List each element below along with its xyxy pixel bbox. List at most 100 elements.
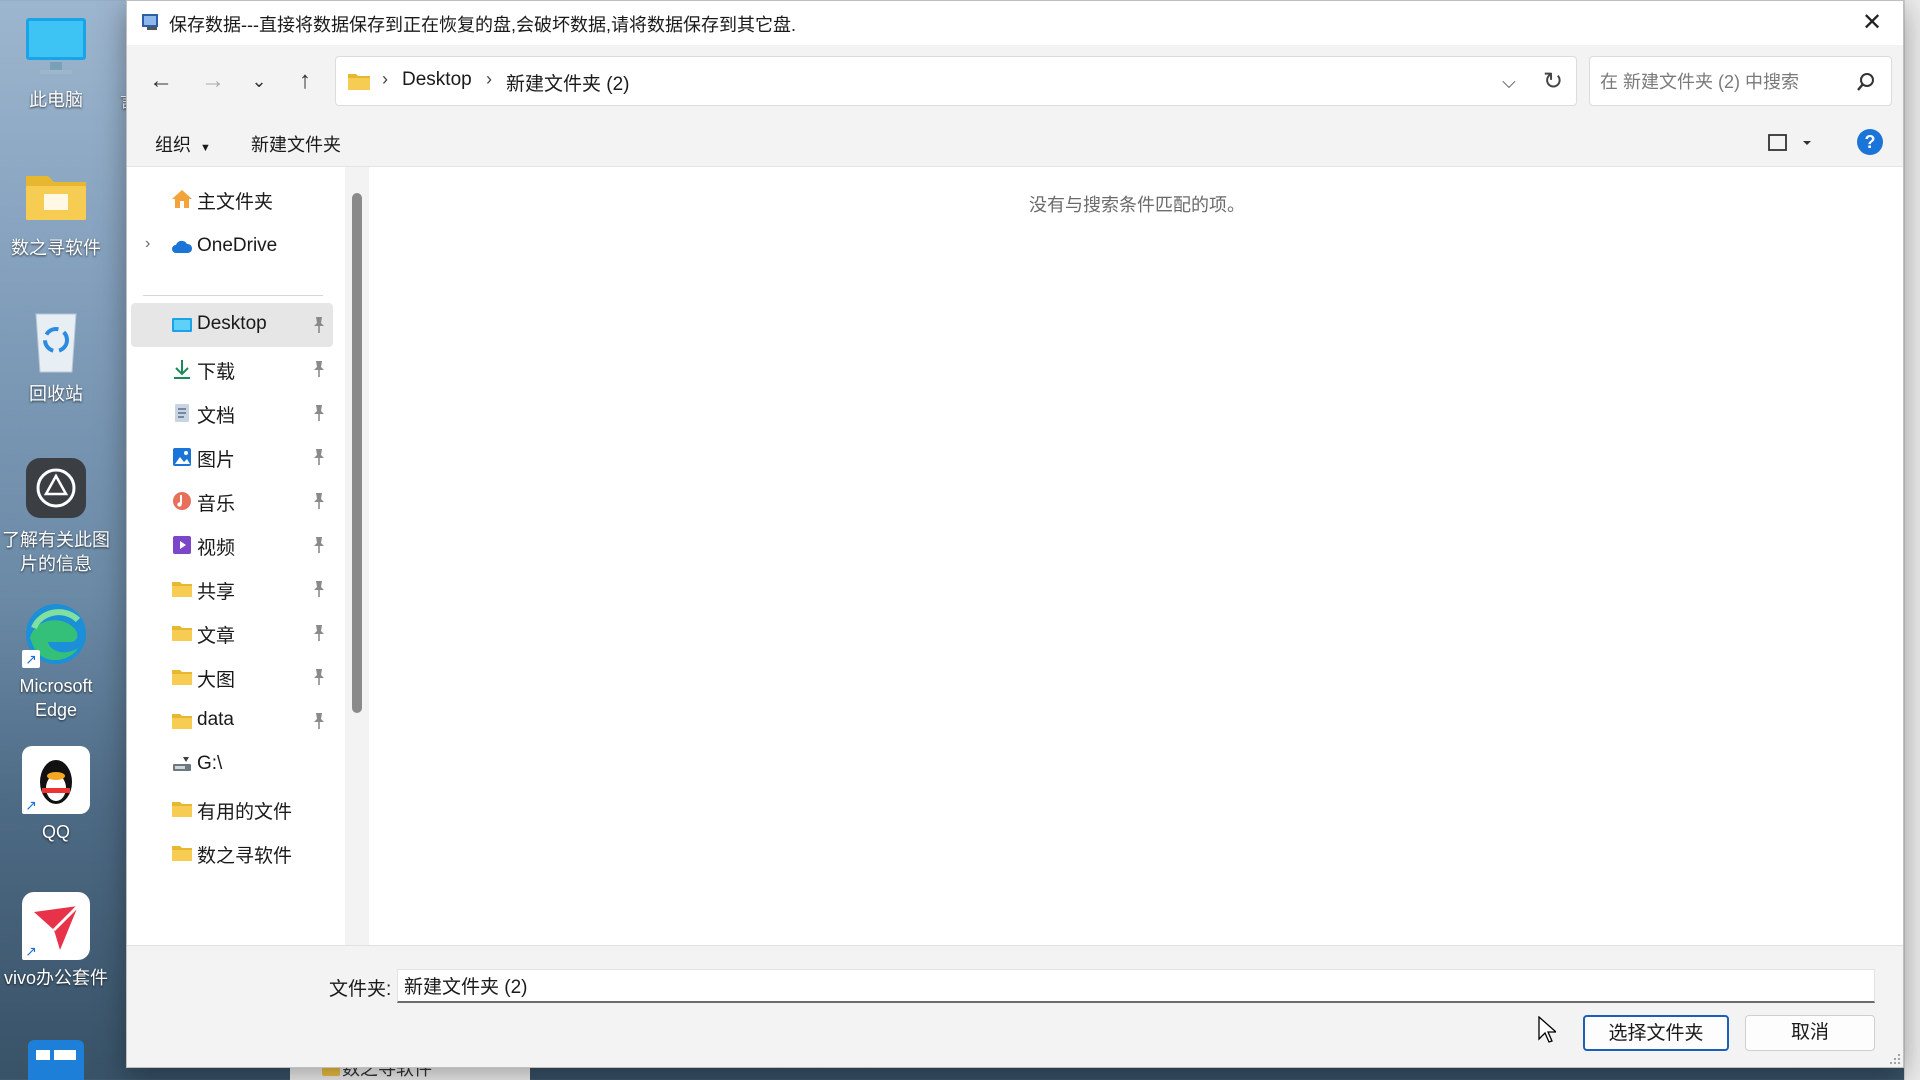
desktop-icon-label: 数之寻软件 — [11, 238, 101, 258]
pin-icon[interactable] — [311, 624, 327, 642]
pin-icon[interactable] — [311, 360, 327, 378]
desktop-icon-qq[interactable]: ↗ QQ — [0, 744, 112, 844]
sidebar-scrollbar-thumb[interactable] — [352, 193, 362, 713]
pin-icon[interactable] — [311, 580, 327, 598]
breadcrumb-separator-icon: › — [382, 69, 388, 89]
sidebar-item-quick-access[interactable]: G:\ — [131, 743, 333, 787]
view-options-button[interactable] — [1767, 129, 1813, 157]
arrow-up-icon: ↑ — [299, 67, 311, 94]
recent-locations-button[interactable]: ⌄ — [241, 63, 277, 99]
pin-icon[interactable] — [311, 668, 327, 686]
folder-icon — [171, 667, 193, 687]
sidebar-item-label: 音乐 — [197, 494, 236, 515]
sidebar-item-quick-access[interactable]: 图片 — [131, 435, 333, 479]
sidebar-item-home[interactable]: 主文件夹 — [131, 177, 333, 221]
camera-lens-icon — [20, 452, 92, 524]
dialog-footer: 文件夹: 选择文件夹 取消 — [127, 945, 1903, 1067]
back-button[interactable]: ← — [143, 63, 179, 99]
pin-icon[interactable] — [311, 316, 327, 334]
video-icon — [171, 535, 193, 555]
desktop-icon-partial[interactable] — [0, 1032, 112, 1080]
qq-penguin-icon: ↗ — [20, 744, 92, 816]
home-icon — [171, 189, 193, 209]
folder-name-input[interactable] — [397, 969, 1875, 1003]
refresh-icon: ↻ — [1542, 68, 1564, 95]
sidebar-item-label: 共享 — [197, 582, 236, 603]
cancel-button[interactable]: 取消 — [1745, 1015, 1875, 1051]
arrow-right-icon: → — [201, 67, 225, 94]
sidebar-item-label: G:\ — [197, 753, 223, 774]
sidebar-item-label: 数之寻软件 — [197, 846, 293, 867]
close-button[interactable]: ✕ — [1841, 1, 1903, 45]
folder-icon — [171, 843, 193, 863]
breadcrumb-desktop[interactable]: Desktop — [402, 69, 472, 91]
sidebar-item-quick-access[interactable]: data — [131, 699, 333, 743]
breadcrumb-current-folder[interactable]: 新建文件夹 (2) — [506, 69, 630, 96]
pin-icon[interactable] — [311, 712, 327, 730]
sidebar-item-quick-access[interactable]: 共享 — [131, 567, 333, 611]
sidebar-item-quick-access[interactable]: 大图 — [131, 655, 333, 699]
arrow-left-icon: ← — [149, 67, 173, 94]
caret-down-icon: ▼ — [200, 142, 211, 154]
file-list-area[interactable]: 没有与搜索条件匹配的项。 — [371, 167, 1903, 945]
select-folder-button[interactable]: 选择文件夹 — [1583, 1015, 1729, 1051]
desktop-icon-learn-about-picture[interactable]: 了解有关此图片的信息 — [0, 452, 112, 576]
desktop-icon-this-pc[interactable]: 此电脑 — [0, 12, 112, 112]
sidebar-item-label: 视频 — [197, 538, 236, 559]
refresh-button[interactable]: ↻ — [1536, 67, 1570, 97]
sidebar-item-quick-access[interactable]: 文章 — [131, 611, 333, 655]
up-button[interactable]: ↑ — [287, 63, 323, 99]
sidebar-item-quick-access[interactable]: 有用的文件 — [131, 787, 333, 831]
desktop-icon-recycle-bin[interactable]: 回收站 — [0, 306, 112, 406]
pin-icon[interactable] — [311, 404, 327, 422]
title-bar: 保存数据---直接将数据保存到正在恢复的盘,会破坏数据,请将数据保存到其它盘. … — [127, 1, 1903, 45]
chevron-right-icon[interactable]: › — [145, 235, 150, 253]
sidebar-item-quick-access[interactable]: 视频 — [131, 523, 333, 567]
help-button[interactable]: ? — [1857, 129, 1883, 155]
desktop-icon-edge[interactable]: ↗ Microsoft Edge — [0, 598, 112, 722]
desktop-icon-vivo-office[interactable]: ↗ vivo办公套件 — [0, 890, 112, 990]
new-folder-button[interactable]: 新建文件夹 — [251, 131, 341, 157]
download-icon — [171, 359, 193, 379]
organize-label: 组织 — [155, 135, 191, 155]
sidebar-item-quick-access[interactable]: 文档 — [131, 391, 333, 435]
address-bar[interactable]: › Desktop › 新建文件夹 (2) ⌵ ↻ — [335, 56, 1577, 106]
sidebar-scrollbar[interactable] — [345, 167, 369, 945]
command-bar: 组织 ▼ 新建文件夹 ? — [127, 117, 1903, 167]
sidebar-item-label: 有用的文件 — [197, 802, 293, 823]
cloud-icon — [171, 237, 193, 257]
folder-icon — [171, 623, 193, 643]
pin-icon[interactable] — [311, 536, 327, 554]
edge-icon: ↗ — [20, 598, 92, 670]
recycle-bin-icon — [20, 306, 92, 378]
resize-grip-icon[interactable] — [1887, 1051, 1901, 1065]
pin-icon[interactable] — [311, 492, 327, 510]
sidebar-item-label: data — [197, 709, 234, 730]
desktop-icon-label: Microsoft Edge — [19, 676, 93, 720]
sidebar-item-label: 文章 — [197, 626, 236, 647]
shortcut-arrow-icon: ↗ — [22, 650, 40, 668]
address-history-button[interactable]: ⌵ — [1494, 69, 1524, 95]
search-input[interactable] — [1600, 69, 1840, 95]
sidebar-item-desktop[interactable]: Desktop — [131, 303, 333, 347]
document-icon — [171, 403, 193, 423]
search-box[interactable] — [1589, 56, 1892, 106]
sidebar-item-label: 大图 — [197, 670, 236, 691]
sidebar-item-label: 图片 — [197, 450, 236, 471]
search-icon[interactable] — [1855, 71, 1877, 93]
desktop-icon-label: 回收站 — [29, 384, 83, 404]
pin-icon[interactable] — [311, 448, 327, 466]
picture-icon — [171, 447, 193, 467]
sidebar-item-onedrive[interactable]: › OneDrive — [131, 225, 333, 269]
background-window-edge — [1904, 0, 1920, 1080]
sidebar-item-quick-access[interactable]: 音乐 — [131, 479, 333, 523]
desktop-icon-shuzhixun[interactable]: 数之寻软件 — [0, 160, 112, 260]
drive-icon — [171, 755, 193, 775]
view-pane-icon — [1768, 134, 1811, 151]
sidebar-item-quick-access[interactable]: 下载 — [131, 347, 333, 391]
navigation-bar: ← → ⌄ ↑ › Desktop › 新建文件夹 (2) ⌵ ↻ — [127, 45, 1903, 117]
sidebar-item-quick-access[interactable]: 数之寻软件 — [131, 831, 333, 875]
forward-button[interactable]: → — [195, 63, 231, 99]
desktop-icon-label: QQ — [41, 822, 70, 842]
organize-button[interactable]: 组织 ▼ — [155, 131, 211, 157]
